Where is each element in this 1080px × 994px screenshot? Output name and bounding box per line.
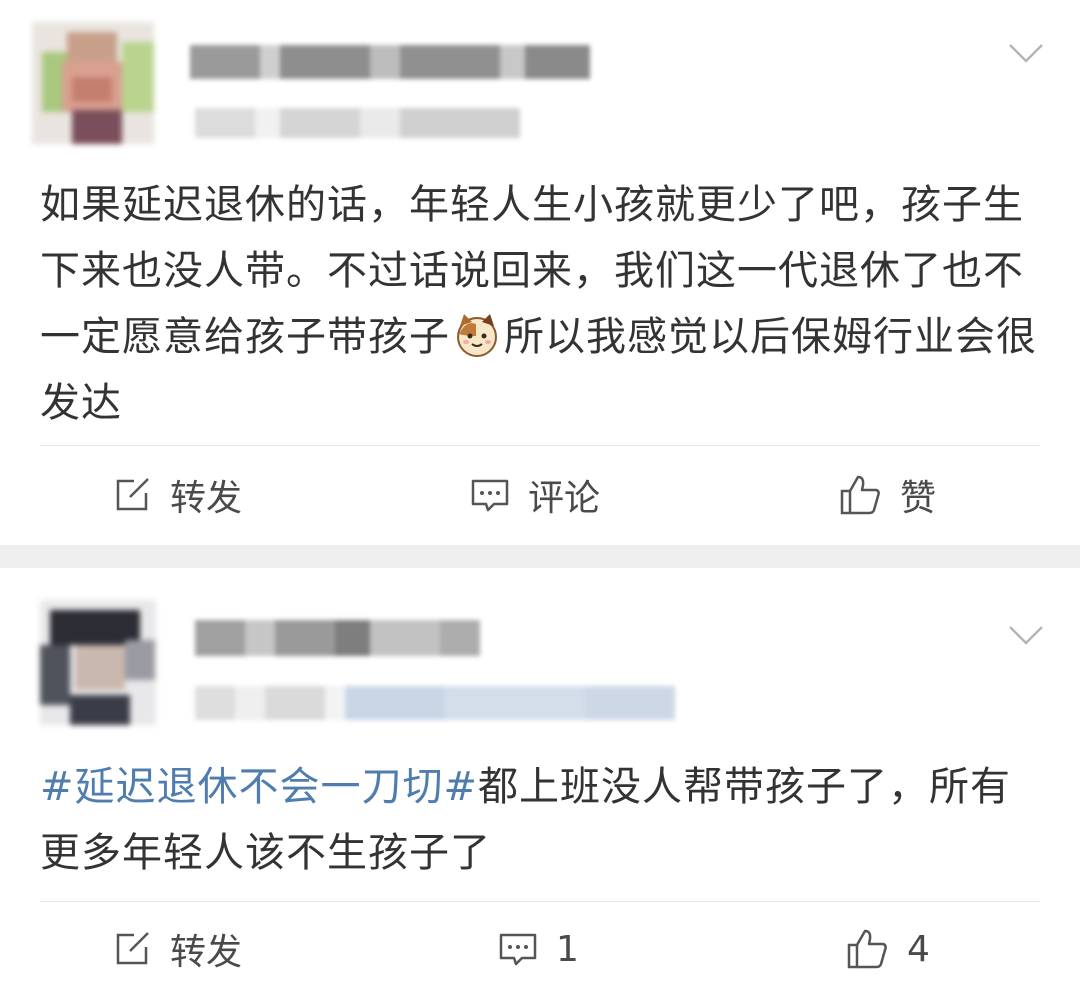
avatar[interactable] (32, 22, 154, 144)
repost-icon (116, 932, 149, 965)
avatar[interactable] (40, 600, 156, 725)
comment-icon (499, 933, 537, 966)
comment-text: 如果延迟退休的话，年轻人生小孩就更少了吧，孩子生下来也没人带。不过话说回来，我们… (40, 182, 1037, 426)
like-count: 4 (907, 928, 930, 970)
like-button[interactable]: 4 (845, 904, 930, 994)
comment-count: 1 (556, 928, 579, 970)
username[interactable] (190, 45, 590, 79)
comment-card: 如果延迟退休的话，年轻人生小孩就更少了吧，孩子生下来也没人带。不过话说回来，我们… (0, 0, 1080, 545)
comment-icon (471, 479, 509, 512)
topic-link[interactable]: #延迟退休不会一刀切# (40, 764, 478, 810)
card-separator (0, 545, 1080, 568)
action-bar: 转发 评论 赞 (0, 450, 1080, 540)
divider (40, 445, 1040, 446)
chevron-down-icon[interactable] (1008, 624, 1044, 646)
thumbs-up-icon (840, 475, 880, 515)
comment-label: 评论 (528, 478, 601, 519)
chevron-down-icon[interactable] (1008, 42, 1044, 64)
comment-button[interactable]: 1 (498, 904, 579, 994)
action-bar: 转发 1 4 (0, 904, 1080, 994)
cat-emoji-icon (457, 314, 497, 357)
like-button[interactable]: 赞 (838, 450, 936, 540)
divider (40, 901, 1040, 902)
post-meta (195, 108, 520, 138)
post-meta (195, 686, 675, 720)
repost-icon (116, 478, 149, 511)
repost-button[interactable]: 转发 (112, 904, 242, 994)
like-label: 赞 (900, 478, 937, 519)
repost-button[interactable]: 转发 (112, 450, 242, 540)
comment-button[interactable]: 评论 (470, 450, 600, 540)
repost-label: 转发 (170, 932, 243, 973)
comment-card: #延迟退休不会一刀切#都上班没人帮带孩子了，所有更多年轻人该不生孩子了 转发 1 (0, 568, 1080, 993)
repost-label: 转发 (170, 478, 243, 519)
comment-text: #延迟退休不会一刀切#都上班没人帮带孩子了，所有更多年轻人该不生孩子了 (40, 764, 1012, 876)
thumbs-up-icon (847, 929, 887, 969)
username[interactable] (195, 620, 480, 656)
